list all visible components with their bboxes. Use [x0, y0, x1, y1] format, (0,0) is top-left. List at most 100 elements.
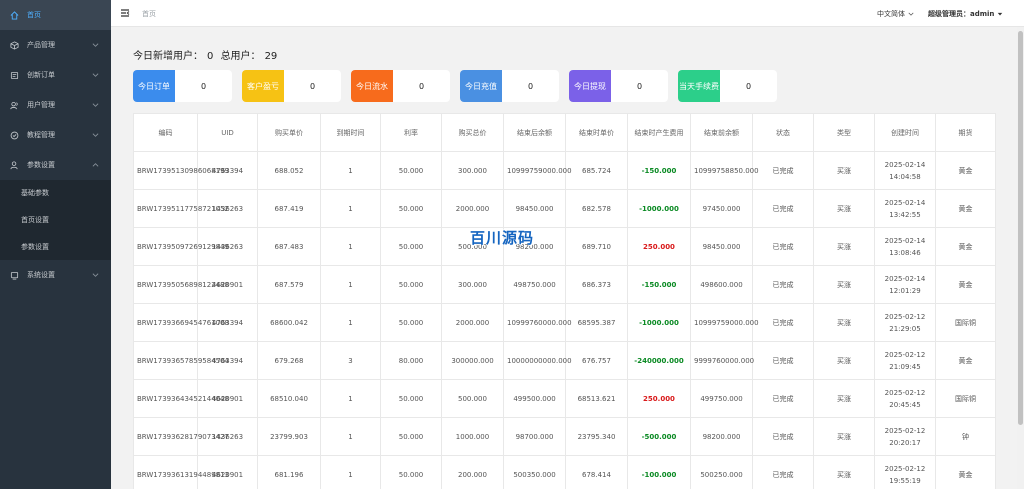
- table-cell: 买涨: [813, 189, 875, 228]
- user-stats: 今日新增用户： 0 总用户： 29: [133, 47, 281, 62]
- table-row[interactable]: BRW17395097269129849 1436263 687.483 1 50.00…: [133, 227, 996, 266]
- table-cell: 已完成: [752, 303, 814, 342]
- table-cell: 买涨: [813, 151, 875, 190]
- menu-toggle-icon[interactable]: [120, 8, 130, 18]
- chevron-down-icon: [92, 43, 99, 47]
- scrollbar-thumb[interactable]: [1018, 31, 1023, 425]
- sidebar-item-label: 系统设置: [27, 271, 55, 280]
- column-header: UID: [197, 113, 258, 152]
- table-cell: BRW17395056898122488: [133, 265, 229, 304]
- table-cell: 300.000: [441, 151, 504, 190]
- table-cell: 2025-02-12 21:09:45: [874, 341, 936, 380]
- table-cell: 500250.000: [690, 455, 753, 489]
- table-cell: 80.000: [380, 341, 442, 380]
- card-today-orders: 今日订单 0: [133, 70, 232, 102]
- table-cell: 682.578: [565, 189, 628, 228]
- table-cell: -500.000: [627, 417, 691, 456]
- table-cell: 98450.000: [503, 189, 566, 228]
- table-row[interactable]: BRW17395130986068199 4763394 688.052 1 50.00…: [133, 151, 996, 190]
- table-cell: BRW17393643452144048: [133, 379, 229, 418]
- table-cell: 9999760000.000: [690, 341, 754, 380]
- admin-menu[interactable]: 超级管理员：admin: [928, 9, 1003, 19]
- column-header: 编码: [133, 113, 198, 152]
- table-cell: 10000000000.000: [503, 341, 572, 380]
- table-cell: BRW17393657859584504: [133, 341, 229, 380]
- total-users-value: 29: [264, 51, 278, 62]
- table-row[interactable]: BRW17393669454761008 4763394 68600.042 1 50.…: [133, 303, 996, 342]
- sidebar-item-system[interactable]: 系统设置: [0, 260, 111, 290]
- top-header: 首页 中文简体 超级管理员：admin: [111, 0, 1024, 27]
- table-cell: 已完成: [752, 265, 814, 304]
- table-cell: 499500.000: [503, 379, 566, 418]
- card-today-fees: 当天手续费 0: [678, 70, 777, 102]
- table-cell: 1: [320, 379, 381, 418]
- table-cell: 23795.340: [565, 417, 628, 456]
- table-cell: 676.757: [565, 341, 628, 380]
- sidebar-item-orders[interactable]: 创新订单: [0, 60, 111, 90]
- card-customer-pnl: 客户盈亏 0: [242, 70, 341, 102]
- sidebar-item-products[interactable]: 产品管理: [0, 30, 111, 60]
- table-cell: 68510.040: [257, 379, 321, 418]
- table-cell: -1000.000: [627, 303, 691, 342]
- card-value: 0: [418, 81, 425, 91]
- table-row[interactable]: BRW17395117758721052 1436263 687.419 1 50.00…: [133, 189, 996, 228]
- table-cell: 2025-02-14 14:04:58: [874, 151, 936, 190]
- table-cell: 1: [320, 265, 381, 304]
- column-header: 期货: [935, 113, 996, 152]
- sidebar-subitem-home-settings[interactable]: 首页设置: [0, 207, 111, 234]
- table-header-row: 编码 UID 购买单价 到期时间 利率 购买总价 结束后余额 结束时单价 结束时产生费用 结束前余…: [133, 113, 996, 152]
- table-row[interactable]: BRW17393613194489813 4620901 681.196 1 50.00…: [133, 455, 996, 489]
- table-cell: BRW17395117758721052: [133, 189, 229, 228]
- new-users-value: 0: [207, 51, 214, 62]
- table-cell: -1000.000: [627, 189, 691, 228]
- sidebar-item-users[interactable]: 用户管理: [0, 90, 111, 120]
- table-cell: 1: [320, 189, 381, 228]
- table-cell: 黄金: [935, 151, 996, 190]
- chevron-down-icon: [92, 133, 99, 137]
- sidebar-item-params[interactable]: 参数设置: [0, 150, 111, 180]
- table-row[interactable]: BRW17393657859584504 4763394 679.268 3 80.00…: [133, 341, 996, 380]
- sidebar-item-tutorials[interactable]: 教程管理: [0, 120, 111, 150]
- table-cell: 钟: [935, 417, 996, 456]
- book-icon: [9, 130, 19, 140]
- sidebar-submenu: 基础参数 首页设置 参数设置: [0, 180, 111, 261]
- table-cell: 300000.000: [441, 341, 504, 380]
- table-cell: 50.000: [380, 265, 442, 304]
- chevron-up-icon: [92, 163, 99, 167]
- column-header: 状态: [752, 113, 814, 152]
- card-label: 今日订单: [133, 70, 175, 102]
- table-cell: 300.000: [441, 265, 504, 304]
- table-cell: 689.710: [565, 227, 628, 266]
- language-selector[interactable]: 中文简体: [877, 9, 914, 19]
- table-cell: 686.373: [565, 265, 628, 304]
- chevron-down-icon: [92, 273, 99, 277]
- table-cell: 50.000: [380, 303, 442, 342]
- page-scrollbar[interactable]: [1017, 27, 1024, 489]
- table-body: BRW17395130986068199 4763394 688.052 1 50.00…: [133, 151, 996, 489]
- table-cell: 200.000: [441, 455, 504, 489]
- orders-table-container: 编码 UID 购买单价 到期时间 利率 购买总价 结束后余额 结束时单价 结束时产生费用 结束前余…: [133, 113, 996, 489]
- card-today-withdraw: 今日提现 0: [569, 70, 668, 102]
- table-cell: 黄金: [935, 341, 996, 380]
- table-cell: 1000.000: [441, 417, 504, 456]
- sidebar-subitem-basic-params[interactable]: 基础参数: [0, 180, 111, 207]
- table-row[interactable]: BRW17393643452144048 4620901 68510.040 1 50.…: [133, 379, 996, 418]
- table-cell: 23799.903: [257, 417, 321, 456]
- orders-table: 编码 UID 购买单价 到期时间 利率 购买总价 结束后余额 结束时单价 结束时产生费用 结束前余…: [133, 113, 996, 489]
- order-icon: [9, 70, 19, 80]
- table-cell: 50.000: [380, 417, 442, 456]
- table-cell: 498600.000: [690, 265, 753, 304]
- column-header: 利率: [380, 113, 442, 152]
- table-row[interactable]: BRW17393628179073427 1436263 23799.903 1 50.…: [133, 417, 996, 456]
- sidebar-item-home[interactable]: 首页: [0, 0, 111, 30]
- table-row[interactable]: BRW17395056898122488 4620901 687.579 1 50.00…: [133, 265, 996, 304]
- table-cell: 买涨: [813, 341, 875, 380]
- table-cell: 1: [320, 455, 381, 489]
- card-value: 0: [309, 81, 316, 91]
- sidebar: 首页 产品管理 创新订单 用户管理 教程管理 参数设置 基础参数 首页设置 参数…: [0, 0, 111, 489]
- sidebar-subitem-param-settings[interactable]: 参数设置: [0, 233, 111, 260]
- card-label: 今日流水: [351, 70, 393, 102]
- breadcrumb[interactable]: 首页: [142, 9, 156, 19]
- table-cell: 687.483: [257, 227, 321, 266]
- table-cell: 50.000: [380, 227, 442, 266]
